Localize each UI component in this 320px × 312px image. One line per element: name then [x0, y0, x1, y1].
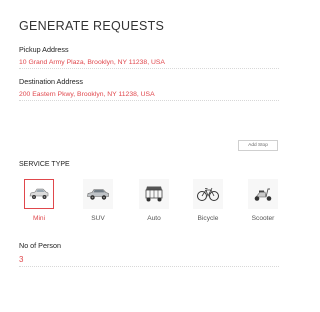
service-option-bicycle[interactable]: Bicycle: [188, 179, 228, 222]
pickup-address-underline: [19, 68, 279, 69]
service-label-mini: Mini: [32, 215, 46, 222]
service-option-mini[interactable]: Mini: [19, 179, 59, 222]
persons-label: No of Person: [19, 241, 61, 250]
service-label-auto: Auto: [147, 215, 161, 222]
pickup-address-label: Pickup Address: [19, 45, 69, 54]
service-label-suv: SUV: [91, 215, 105, 222]
scooter-icon: [254, 188, 272, 201]
bicycle-icon: [197, 187, 219, 201]
auto-rickshaw-icon: [145, 186, 163, 202]
persons-field[interactable]: 3: [19, 255, 23, 264]
service-type-title: SERVICE TYPE: [19, 161, 70, 168]
add-stop-button[interactable]: Add Stop: [238, 140, 278, 151]
destination-address-field[interactable]: 200 Eastern Pkwy, Brooklyn, NY 11238, US…: [19, 91, 155, 98]
service-tile-scooter[interactable]: [248, 179, 278, 209]
service-option-auto[interactable]: Auto: [134, 179, 174, 222]
service-tile-bicycle[interactable]: [193, 179, 223, 209]
destination-address-underline: [19, 100, 279, 101]
service-option-suv[interactable]: SUV: [78, 179, 118, 222]
page-title: GENERATE REQUESTS: [19, 19, 165, 33]
persons-underline: [19, 266, 279, 267]
pickup-address-field[interactable]: 10 Grand Army Plaza, Brooklyn, NY 11238,…: [19, 59, 165, 66]
service-tile-mini[interactable]: [24, 179, 54, 209]
suv-icon: [87, 189, 109, 200]
service-tile-suv[interactable]: [83, 179, 113, 209]
service-option-scooter[interactable]: Scooter: [243, 179, 283, 222]
service-tile-auto[interactable]: [139, 179, 169, 209]
service-label-scooter: Scooter: [251, 215, 275, 222]
service-label-bicycle: Bicycle: [197, 215, 219, 222]
mini-car-icon: [29, 188, 49, 199]
destination-address-label: Destination Address: [19, 77, 83, 86]
